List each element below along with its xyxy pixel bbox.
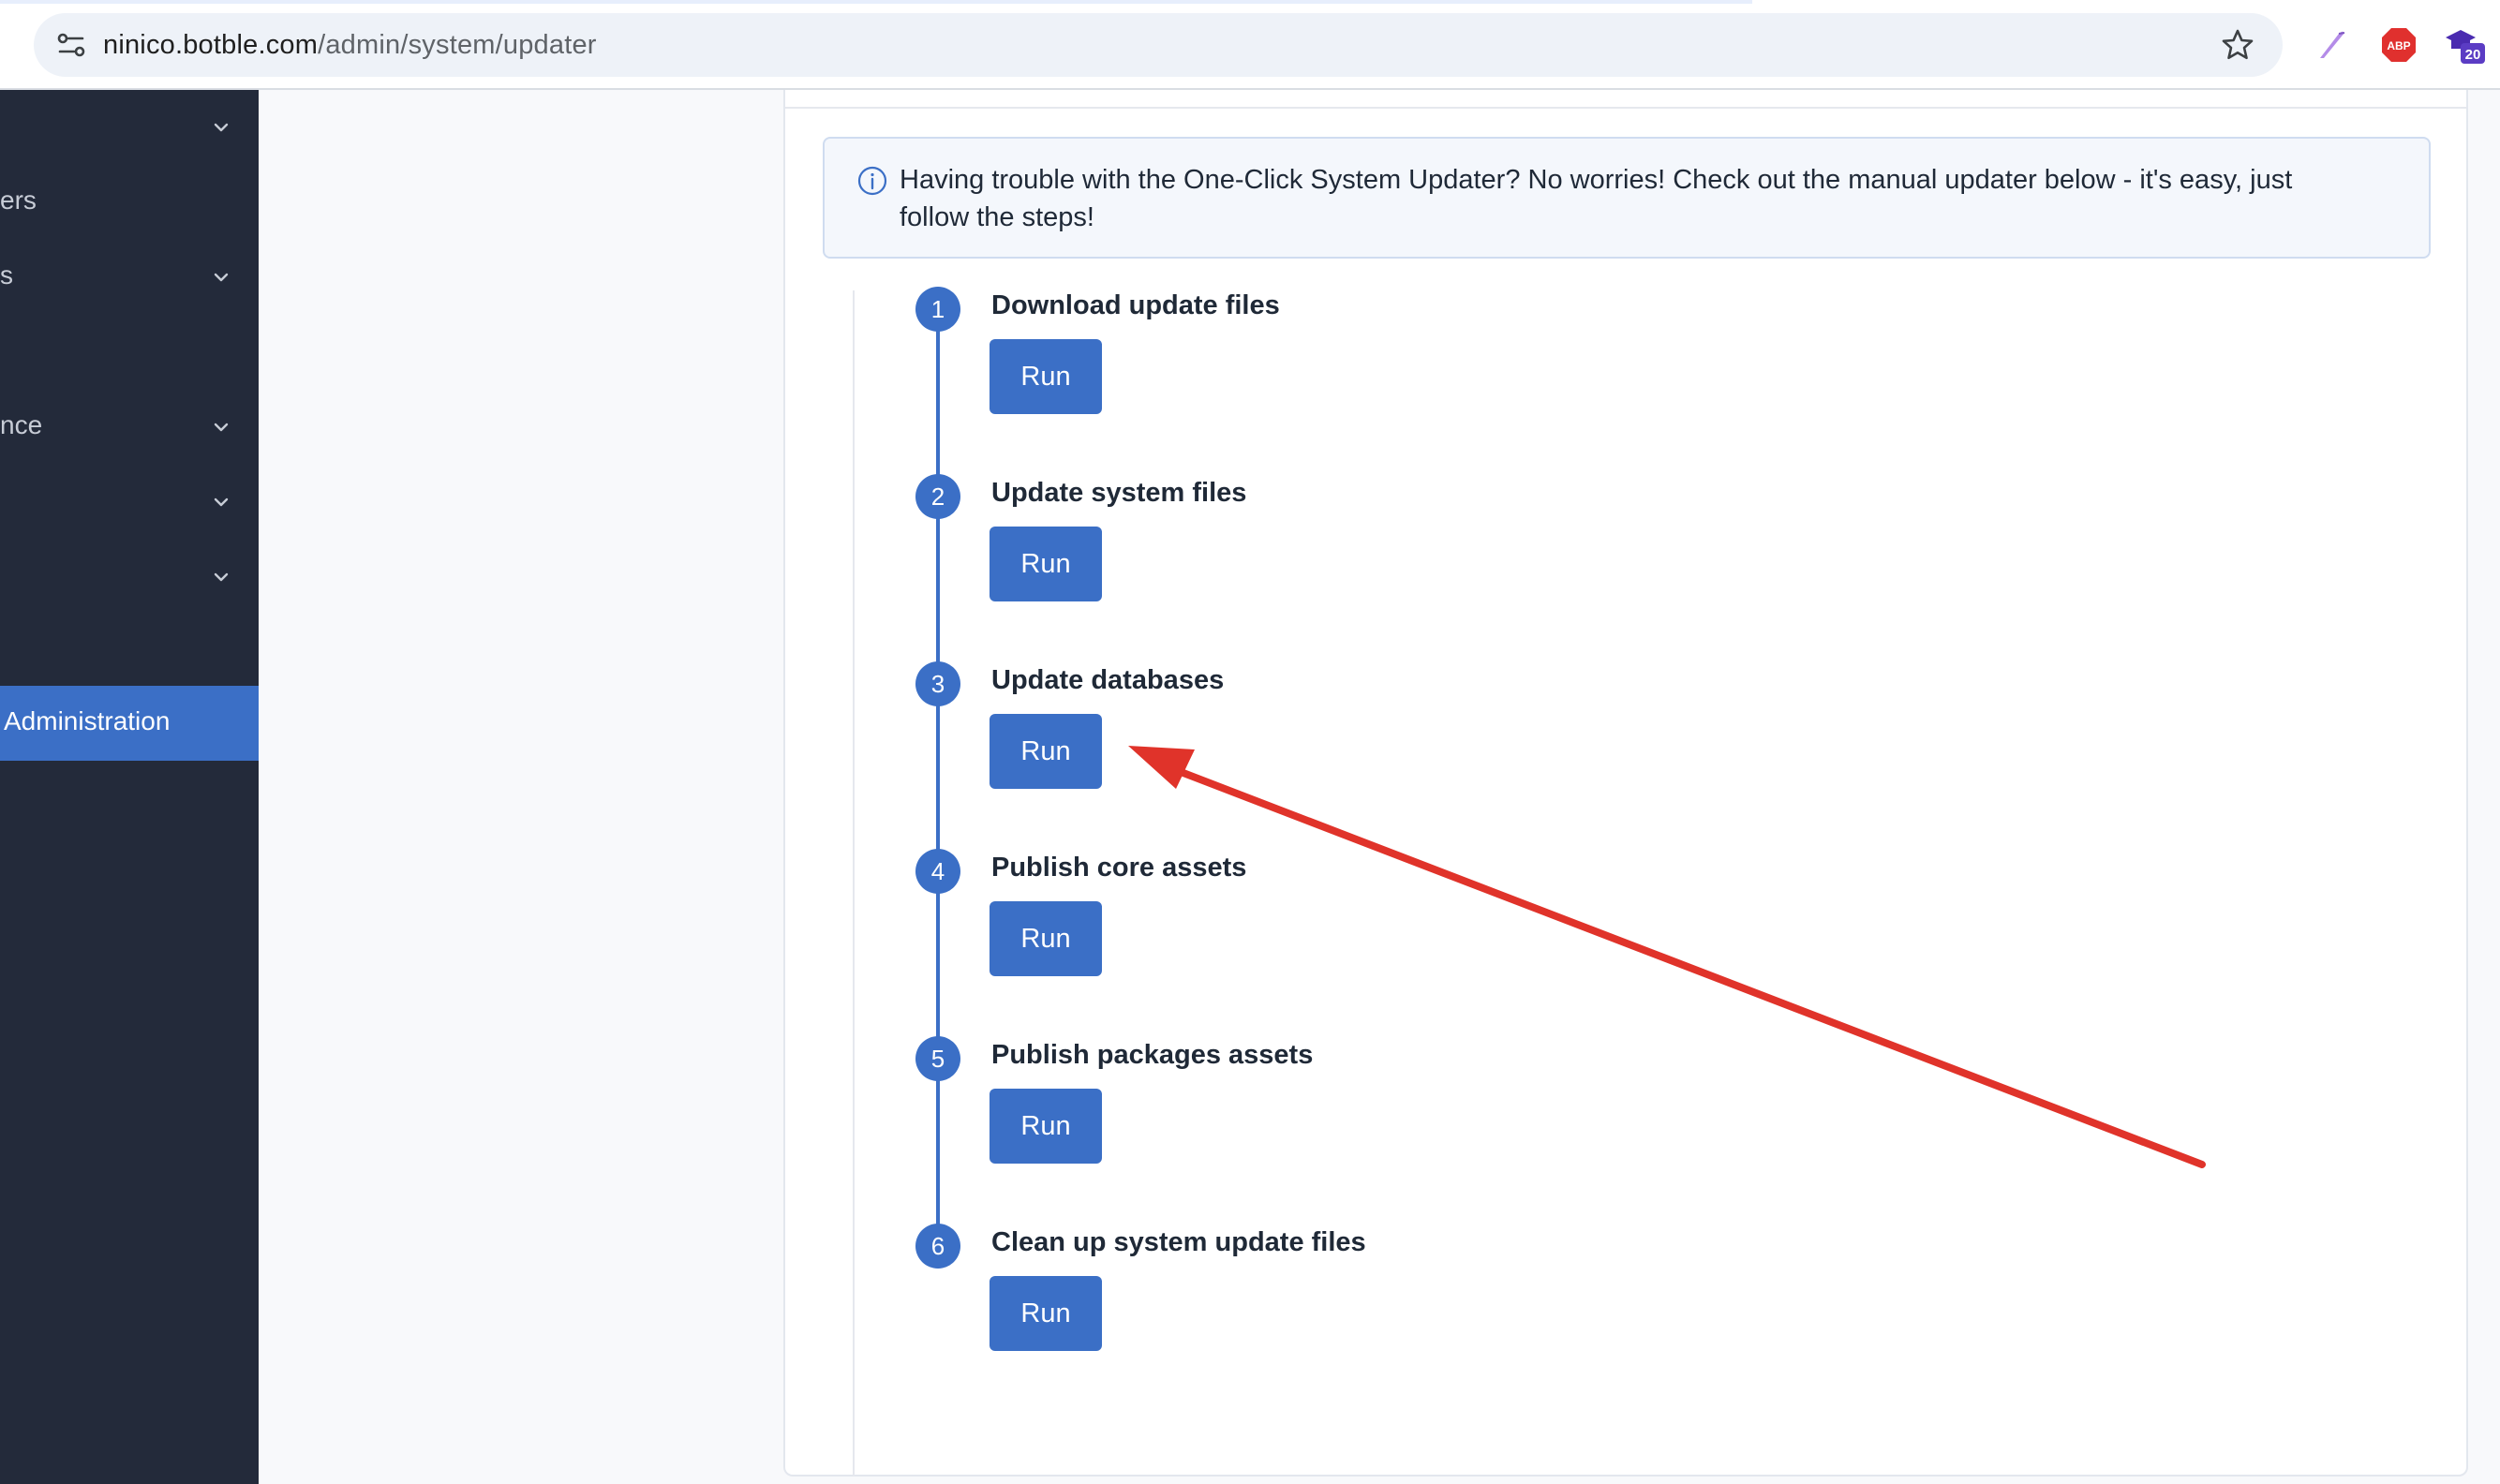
sidebar-item-label: nce bbox=[0, 410, 43, 439]
sidebar-item-label: s bbox=[0, 260, 13, 289]
sidebar-item-3[interactable]: s bbox=[0, 240, 259, 315]
step-number: 4 bbox=[915, 849, 960, 894]
step-number: 5 bbox=[915, 1036, 960, 1081]
step-number: 3 bbox=[915, 661, 960, 706]
run-button[interactable]: Run bbox=[990, 1089, 1102, 1164]
step-title: Clean up system update files bbox=[991, 1227, 1366, 1257]
run-button[interactable]: Run bbox=[990, 527, 1102, 601]
chevron-down-icon bbox=[214, 273, 229, 282]
info-alert: Having trouble with the One-Click System… bbox=[823, 137, 2431, 259]
card-header-divider bbox=[785, 107, 2466, 109]
info-icon bbox=[857, 166, 887, 196]
extension-badge: 20 bbox=[2465, 47, 2481, 63]
url-path: /admin/system/updater bbox=[318, 30, 597, 60]
run-button[interactable]: Run bbox=[990, 901, 1102, 976]
step-download-update-files: 1 Download update files Run bbox=[785, 287, 1722, 437]
step-number: 2 bbox=[915, 474, 960, 519]
step-number: 1 bbox=[915, 287, 960, 332]
alert-message: Having trouble with the One-Click System… bbox=[900, 165, 2293, 232]
sidebar-item-label: ers bbox=[0, 186, 37, 215]
chevron-down-icon bbox=[214, 497, 229, 507]
sidebar: ers s nce Administration bbox=[0, 90, 259, 1484]
chevron-down-icon bbox=[214, 572, 229, 582]
sidebar-item-4[interactable]: nce bbox=[0, 390, 259, 465]
address-bar[interactable]: ninico.botble.com/admin/system/updater bbox=[34, 13, 2283, 77]
adblock-label: ABP bbox=[2387, 39, 2410, 52]
step-title: Download update files bbox=[991, 290, 1280, 320]
sidebar-item-administration[interactable]: Administration bbox=[0, 686, 259, 761]
system-updater-card: Having trouble with the One-Click System… bbox=[783, 90, 2468, 1477]
step-update-system-files: 2 Update system files Run bbox=[785, 474, 1722, 624]
chevron-down-icon bbox=[214, 123, 229, 132]
page-load-bar bbox=[0, 0, 1752, 4]
step-number: 6 bbox=[915, 1224, 960, 1269]
bookmark-star-icon[interactable] bbox=[2219, 26, 2256, 64]
cap-extension-icon[interactable]: 20 bbox=[2444, 24, 2485, 66]
chevron-down-icon bbox=[214, 423, 229, 432]
adblock-icon[interactable]: ABP bbox=[2378, 24, 2419, 66]
sidebar-item-1[interactable] bbox=[0, 90, 259, 165]
step-publish-core-assets: 4 Publish core assets Run bbox=[785, 849, 1722, 999]
url-text[interactable]: ninico.botble.com/admin/system/updater bbox=[103, 28, 597, 62]
url-host: ninico.botble.com bbox=[103, 30, 319, 60]
step-title: Publish packages assets bbox=[991, 1040, 1314, 1070]
site-info-icon[interactable] bbox=[52, 26, 90, 64]
step-title: Update databases bbox=[991, 665, 1225, 695]
pen-extension-icon[interactable] bbox=[2311, 24, 2352, 66]
sidebar-item-5[interactable] bbox=[0, 465, 259, 540]
step-clean-up-system-update-files: 6 Clean up system update files Run bbox=[785, 1224, 1722, 1373]
browser-toolbar: ninico.botble.com/admin/system/updater A… bbox=[0, 0, 2500, 90]
step-title: Publish core assets bbox=[991, 853, 1247, 883]
sidebar-item-2[interactable]: ers bbox=[0, 165, 259, 240]
step-publish-packages-assets: 5 Publish packages assets Run bbox=[785, 1036, 1722, 1186]
run-button[interactable]: Run bbox=[990, 339, 1102, 414]
run-button[interactable]: Run bbox=[990, 1276, 1102, 1351]
sidebar-item-6[interactable] bbox=[0, 540, 259, 615]
step-title: Update system files bbox=[991, 478, 1247, 508]
sidebar-item-label: Administration bbox=[4, 706, 171, 735]
step-update-databases: 3 Update databases Run bbox=[785, 661, 1722, 811]
run-button[interactable]: Run bbox=[990, 714, 1102, 789]
